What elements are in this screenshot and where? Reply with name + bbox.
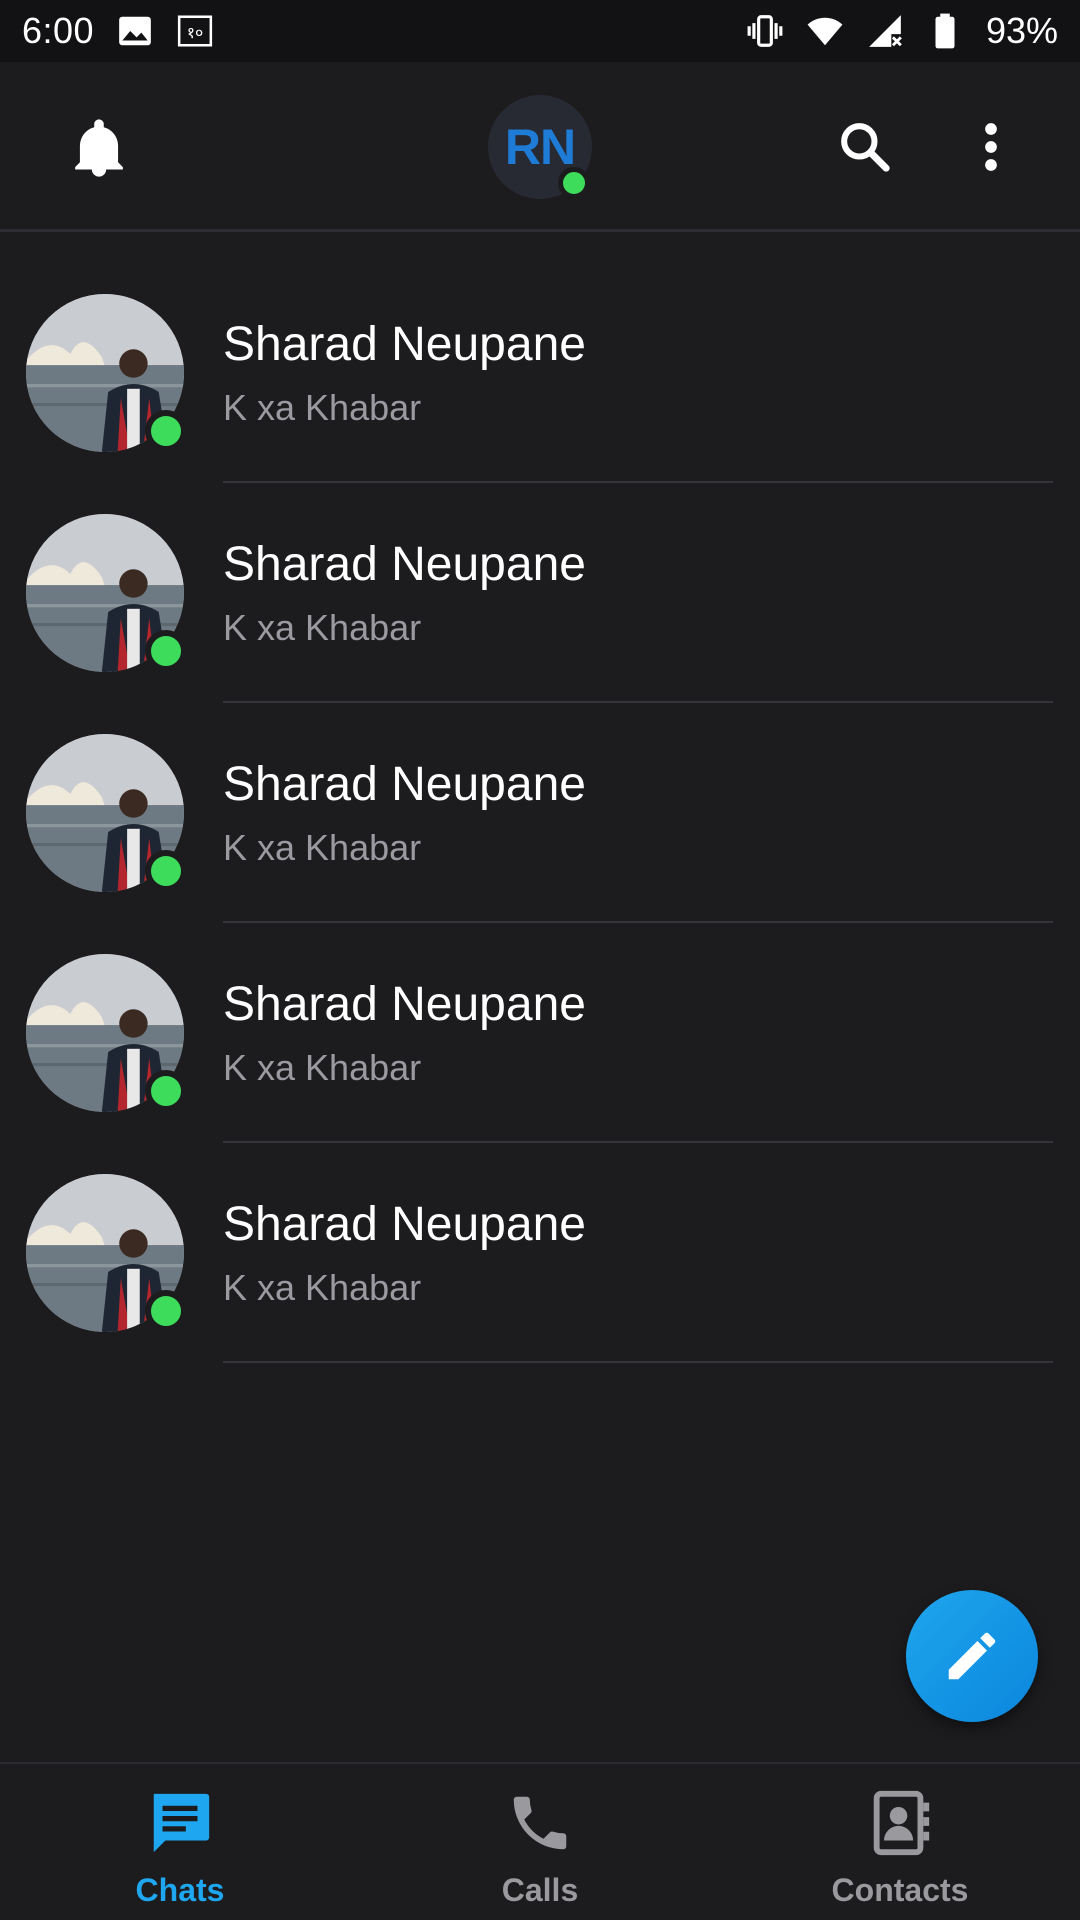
pencil-icon (948, 1632, 996, 1680)
status-bar-right: 93% (746, 10, 1058, 52)
chat-list-item[interactable]: Sharad Neupane K xa Khabar (0, 235, 1080, 483)
bottom-navigation: Chats Calls Contacts (0, 1762, 1080, 1920)
last-message-preview: K xa Khabar (223, 1047, 422, 1088)
nav-label-chats: Chats (135, 1872, 225, 1908)
more-vert-icon[interactable] (968, 120, 1014, 174)
contact-name: Sharad Neupane (223, 758, 586, 811)
nav-label-contacts: Contacts (831, 1872, 969, 1908)
contact-name: Sharad Neupane (223, 1198, 586, 1251)
nav-label-calls: Calls (501, 1872, 579, 1908)
app-root: 6:00 १० 93% RN Sharad Neupane K xa Khaba… (0, 0, 1080, 1920)
online-status-dot (145, 1070, 187, 1112)
my-initials: RN (504, 119, 576, 175)
online-status-dot (145, 410, 187, 452)
status-bar-left: 6:00 १० (22, 10, 214, 52)
chat-list-item[interactable]: Sharad Neupane K xa Khabar (0, 895, 1080, 1143)
svg-text:१०: १० (187, 23, 203, 42)
my-online-status-dot (558, 167, 590, 199)
status-bar: 6:00 १० 93% (0, 0, 1080, 62)
phone-icon (505, 1788, 575, 1858)
wifi-icon (806, 12, 844, 50)
last-message-preview: K xa Khabar (223, 607, 422, 648)
contact-name: Sharad Neupane (223, 318, 586, 371)
nav-item-contacts[interactable]: Contacts (720, 1764, 1080, 1920)
status-time: 6:00 (22, 10, 95, 51)
contact-name: Sharad Neupane (223, 978, 586, 1031)
data-saver-icon: १० (176, 12, 214, 50)
last-message-preview: K xa Khabar (223, 1267, 422, 1308)
nav-item-calls[interactable]: Calls (360, 1764, 720, 1920)
contacts-icon (865, 1788, 935, 1858)
online-status-dot (145, 850, 187, 892)
bell-icon[interactable] (70, 117, 128, 179)
chat-list-item[interactable]: Sharad Neupane K xa Khabar (0, 675, 1080, 923)
search-icon[interactable] (836, 118, 892, 174)
divider (223, 1361, 1053, 1363)
battery-percent: 93% (985, 10, 1058, 51)
chat-list: Sharad Neupane K xa Khabar Sharad Neupane K… (0, 235, 1080, 1363)
image-icon (116, 12, 154, 50)
vibrate-icon (746, 12, 784, 50)
signal-icon (866, 12, 904, 50)
last-message-preview: K xa Khabar (223, 827, 422, 868)
contact-name: Sharad Neupane (223, 538, 586, 591)
online-status-dot (145, 630, 187, 672)
nav-item-chats[interactable]: Chats (0, 1764, 360, 1920)
chat-list-item[interactable]: Sharad Neupane K xa Khabar (0, 1115, 1080, 1363)
online-status-dot (145, 1290, 187, 1332)
chat-list-item[interactable]: Sharad Neupane K xa Khabar (0, 455, 1080, 703)
last-message-preview: K xa Khabar (223, 387, 422, 428)
battery-icon (926, 12, 964, 50)
top-app-bar: RN (0, 62, 1080, 232)
new-chat-button[interactable] (906, 1590, 1038, 1722)
chat-icon (145, 1788, 215, 1858)
